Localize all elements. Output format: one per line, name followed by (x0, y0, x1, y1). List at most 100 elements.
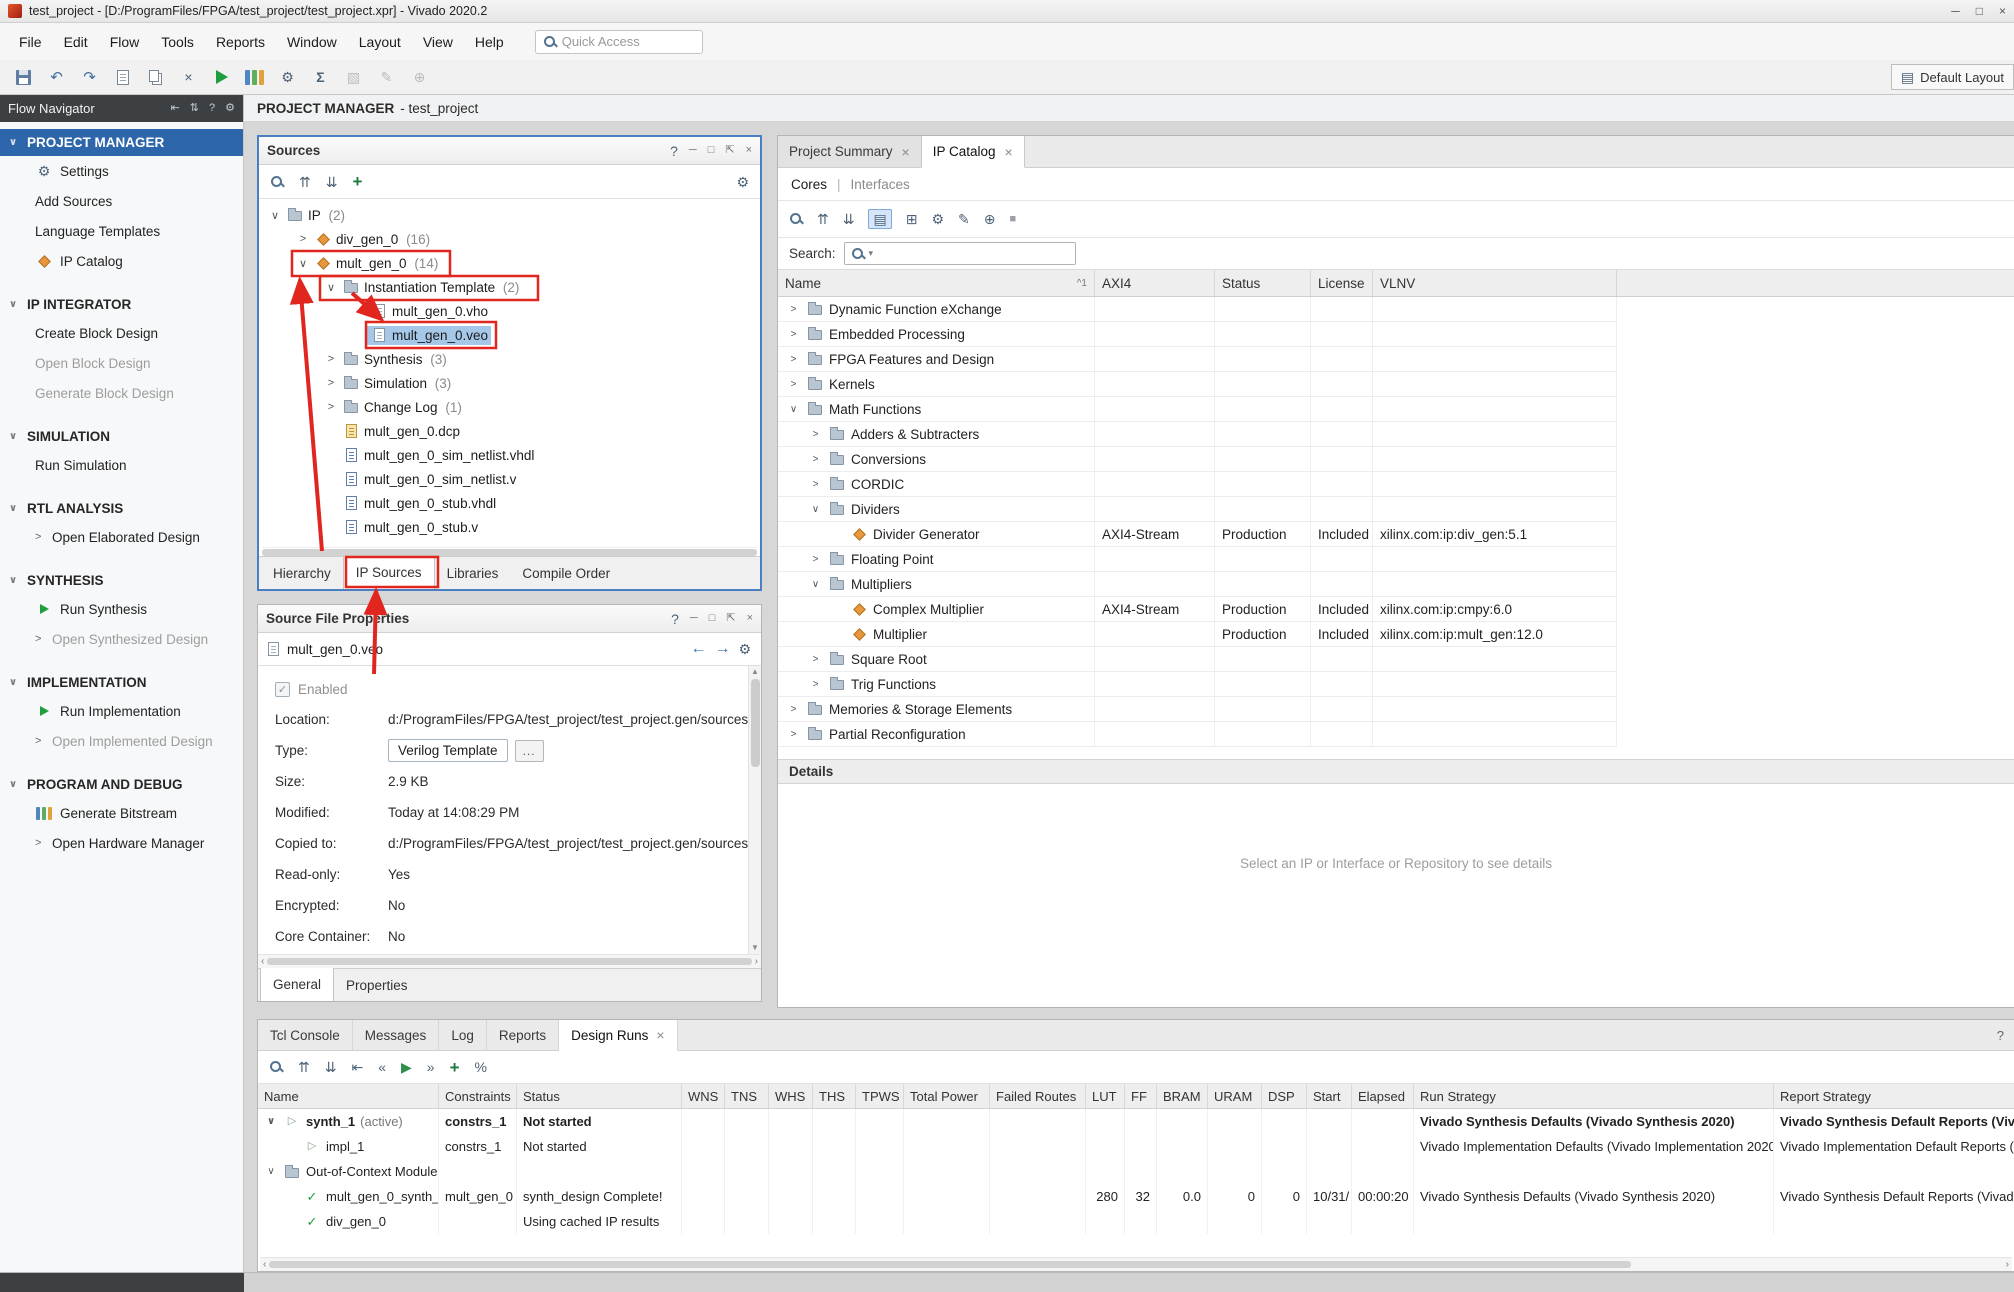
collapse-all-icon[interactable]: ⇈ (817, 212, 829, 226)
run-small-icon[interactable]: ▶ (401, 1060, 412, 1074)
flow-nav-section-project-manager[interactable]: ∨PROJECT MANAGER (0, 129, 243, 156)
search-icon[interactable] (789, 212, 803, 226)
menu-layout[interactable]: Layout (348, 27, 412, 57)
menu-file[interactable]: File (8, 27, 53, 57)
step-forward-icon[interactable]: » (427, 1060, 435, 1074)
flow-nav-section-simulation[interactable]: ∨SIMULATION (0, 423, 243, 450)
gear-icon[interactable]: ⚙ (738, 642, 751, 656)
scroll-right-icon[interactable]: › (755, 957, 758, 967)
sources-tab-libraries[interactable]: Libraries (435, 557, 511, 589)
maximize-icon[interactable]: ⇱ (725, 145, 734, 156)
chevron-right-icon[interactable]: > (808, 454, 823, 465)
toolbar-run-button[interactable] (208, 64, 235, 90)
scroll-left-icon[interactable]: ‹ (263, 1260, 266, 1270)
sidebar-item-generate-block-design[interactable]: Generate Block Design (0, 378, 243, 408)
expand-all-icon[interactable]: ⇊ (843, 212, 855, 226)
import-ip-icon[interactable]: ⊞ (906, 212, 918, 226)
sidebar-item-generate-bitstream[interactable]: Generate Bitstream (0, 798, 243, 828)
source-tree-item-mult-gen-0-sim-netlist-vhdl[interactable]: mult_gen_0_sim_netlist.vhdl (259, 443, 760, 467)
chevron-down-icon[interactable]: ∨ (808, 579, 823, 590)
source-tree-item-mult-gen-0[interactable]: ∨mult_gen_0 (14) (259, 251, 760, 275)
wrench-icon[interactable]: ⚙ (931, 212, 944, 226)
run-row-impl-1[interactable]: ▷impl_1constrs_1Not startedVivado Implem… (258, 1134, 2014, 1159)
console-tab-tcl-console[interactable]: Tcl Console (258, 1020, 353, 1050)
column-header-tns[interactable]: TNS (725, 1084, 769, 1108)
column-header-constraints[interactable]: Constraints (439, 1084, 517, 1108)
source-tree-item-mult-gen-0-vho[interactable]: mult_gen_0.vho (259, 299, 760, 323)
column-header-bram[interactable]: BRAM (1157, 1084, 1208, 1108)
forward-icon[interactable]: → (714, 641, 730, 657)
column-header-name[interactable]: Name (258, 1084, 439, 1108)
source-tree-item-mult-gen-0-stub-vhdl[interactable]: mult_gen_0_stub.vhdl (259, 491, 760, 515)
view-interfaces[interactable]: Interfaces (851, 177, 910, 192)
pencil-icon[interactable]: ✎ (958, 212, 970, 226)
layout-selector[interactable]: ▤ Default Layout (1891, 64, 2014, 90)
sources-tab-hierarchy[interactable]: Hierarchy (261, 557, 343, 589)
column-header-whs[interactable]: WHS (769, 1084, 813, 1108)
sidebar-item-add-sources[interactable]: Add Sources (0, 186, 243, 216)
chevron-down-icon[interactable]: ∨ (323, 281, 339, 294)
menu-flow[interactable]: Flow (99, 27, 151, 57)
scroll-right-icon[interactable]: › (2006, 1260, 2009, 1270)
back-icon[interactable]: ← (690, 641, 706, 657)
column-header-axi4[interactable]: AXI4 (1095, 270, 1215, 296)
properties-tab-properties[interactable]: Properties (334, 969, 420, 1001)
catalog-row-fpga-features-and-design[interactable]: >FPGA Features and Design (778, 347, 1617, 372)
horizontal-scrollbar[interactable] (262, 547, 757, 556)
vertical-scrollbar[interactable]: ▲ ▼ (748, 666, 761, 954)
more-button[interactable]: ... (515, 740, 544, 762)
help-icon[interactable]: ? (671, 612, 679, 626)
toolbar-redo-button[interactable]: ↷ (76, 64, 103, 90)
step-back-icon[interactable]: « (378, 1060, 386, 1074)
catalog-row-partial-reconfiguration[interactable]: >Partial Reconfiguration (778, 722, 1617, 747)
scrollbar-thumb[interactable] (267, 958, 751, 965)
menu-edit[interactable]: Edit (53, 27, 99, 57)
catalog-row-square-root[interactable]: >Square Root (778, 647, 1617, 672)
chevron-down-icon[interactable]: ∨ (808, 504, 823, 515)
pin-icon[interactable]: ⇤ (171, 103, 180, 114)
catalog-row-dynamic-function-exchange[interactable]: >Dynamic Function eXchange (778, 297, 1617, 322)
add-icon[interactable]: + (450, 1059, 460, 1076)
column-header-name[interactable]: Name^1 (778, 270, 1095, 296)
chevron-right-icon[interactable]: > (808, 654, 823, 665)
run-row-synth-1[interactable]: ∨▷synth_1 (active)constrs_1Not startedVi… (258, 1109, 2014, 1134)
toolbar-report-button[interactable] (109, 64, 136, 90)
sidebar-item-open-implemented-design[interactable]: >Open Implemented Design (0, 726, 243, 756)
column-header-tpws[interactable]: TPWS (856, 1084, 904, 1108)
view-cores[interactable]: Cores (791, 177, 827, 192)
search-icon[interactable] (270, 175, 284, 189)
sidebar-item-language-templates[interactable]: Language Templates (0, 216, 243, 246)
chevron-right-icon[interactable]: > (786, 354, 801, 365)
column-header-elapsed[interactable]: Elapsed (1352, 1084, 1414, 1108)
scrollbar-thumb[interactable] (269, 1261, 1631, 1268)
collapse-all-icon[interactable]: ⇈ (299, 175, 311, 189)
close-icon[interactable]: × (746, 145, 752, 156)
close-icon[interactable]: × (902, 144, 910, 160)
chevron-right-icon[interactable]: > (808, 479, 823, 490)
search-icon[interactable] (269, 1060, 283, 1074)
go-first-icon[interactable]: ⇤ (351, 1060, 363, 1074)
chevron-right-icon[interactable]: > (808, 554, 823, 565)
menu-reports[interactable]: Reports (205, 27, 276, 57)
chevron-right-icon[interactable]: > (35, 633, 45, 645)
chevron-right-icon[interactable]: > (786, 304, 801, 315)
column-header-start[interactable]: Start (1307, 1084, 1352, 1108)
menu-view[interactable]: View (412, 27, 464, 57)
toolbar-copy-button[interactable] (142, 64, 169, 90)
chevron-right-icon[interactable]: > (323, 377, 339, 389)
catalog-row-multiplier[interactable]: MultiplierProductionIncludedxilinx.com:i… (778, 622, 1617, 647)
chevron-right-icon[interactable]: > (295, 233, 311, 245)
chevron-right-icon[interactable]: > (808, 679, 823, 690)
console-tab-messages[interactable]: Messages (353, 1020, 440, 1050)
column-header-vlnv[interactable]: VLNV (1373, 270, 1617, 296)
catalog-row-complex-multiplier[interactable]: Complex MultiplierAXI4-StreamProductionI… (778, 597, 1617, 622)
add-icon[interactable]: + (352, 173, 362, 190)
web-icon[interactable]: ⊕ (984, 212, 996, 226)
properties-tab-general[interactable]: General (260, 968, 334, 1001)
horizontal-scrollbar[interactable]: ‹ › (260, 1257, 2012, 1271)
collapse-all-icon[interactable]: ⇈ (298, 1060, 310, 1074)
close-icon[interactable]: × (747, 613, 753, 624)
properties-panel-header[interactable]: Source File Properties ?─□⇱× (258, 605, 761, 633)
column-header-lut[interactable]: LUT (1086, 1084, 1125, 1108)
chevron-down-icon[interactable]: ∨ (267, 209, 283, 222)
